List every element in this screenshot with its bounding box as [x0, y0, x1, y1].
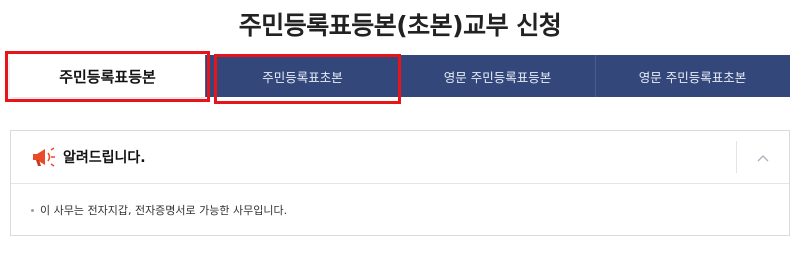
tab-resident-register-copy[interactable]: 주민등록표등본: [10, 55, 205, 97]
tab-resident-register-abstract[interactable]: 주민등록표초본: [205, 55, 400, 97]
tab-label: 주민등록표등본: [59, 67, 156, 86]
tab-bar: 주민등록표등본 주민등록표초본 영문 주민등록표등본 영문 주민등록표초본: [10, 55, 790, 97]
tab-label: 주민등록표초본: [262, 69, 343, 85]
tab-english-resident-register-copy[interactable]: 영문 주민등록표등본: [400, 55, 595, 97]
tab-label: 영문 주민등록표초본: [638, 69, 747, 85]
tab-label: 영문 주민등록표등본: [443, 69, 552, 85]
notice-title: 알려드립니다.: [63, 150, 146, 166]
bullet-icon: [31, 208, 34, 212]
tab-english-resident-register-abstract[interactable]: 영문 주민등록표초본: [595, 55, 790, 97]
page-title: 주민등록표등본(초본)교부 신청: [238, 11, 562, 40]
chevron-up-icon: [756, 148, 770, 167]
megaphone-icon: [31, 146, 57, 168]
notice-item: 이 사무는 전자지갑, 전자증명서로 가능한 사무입니다.: [40, 204, 288, 217]
notice-panel: 알려드립니다. 이 사무는 전자지갑, 전자증명서로 가능한 사무입니다.: [10, 130, 790, 236]
notice-body: 이 사무는 전자지갑, 전자증명서로 가능한 사무입니다.: [11, 184, 789, 218]
collapse-button[interactable]: [736, 141, 789, 173]
notice-header[interactable]: 알려드립니다.: [11, 131, 789, 184]
